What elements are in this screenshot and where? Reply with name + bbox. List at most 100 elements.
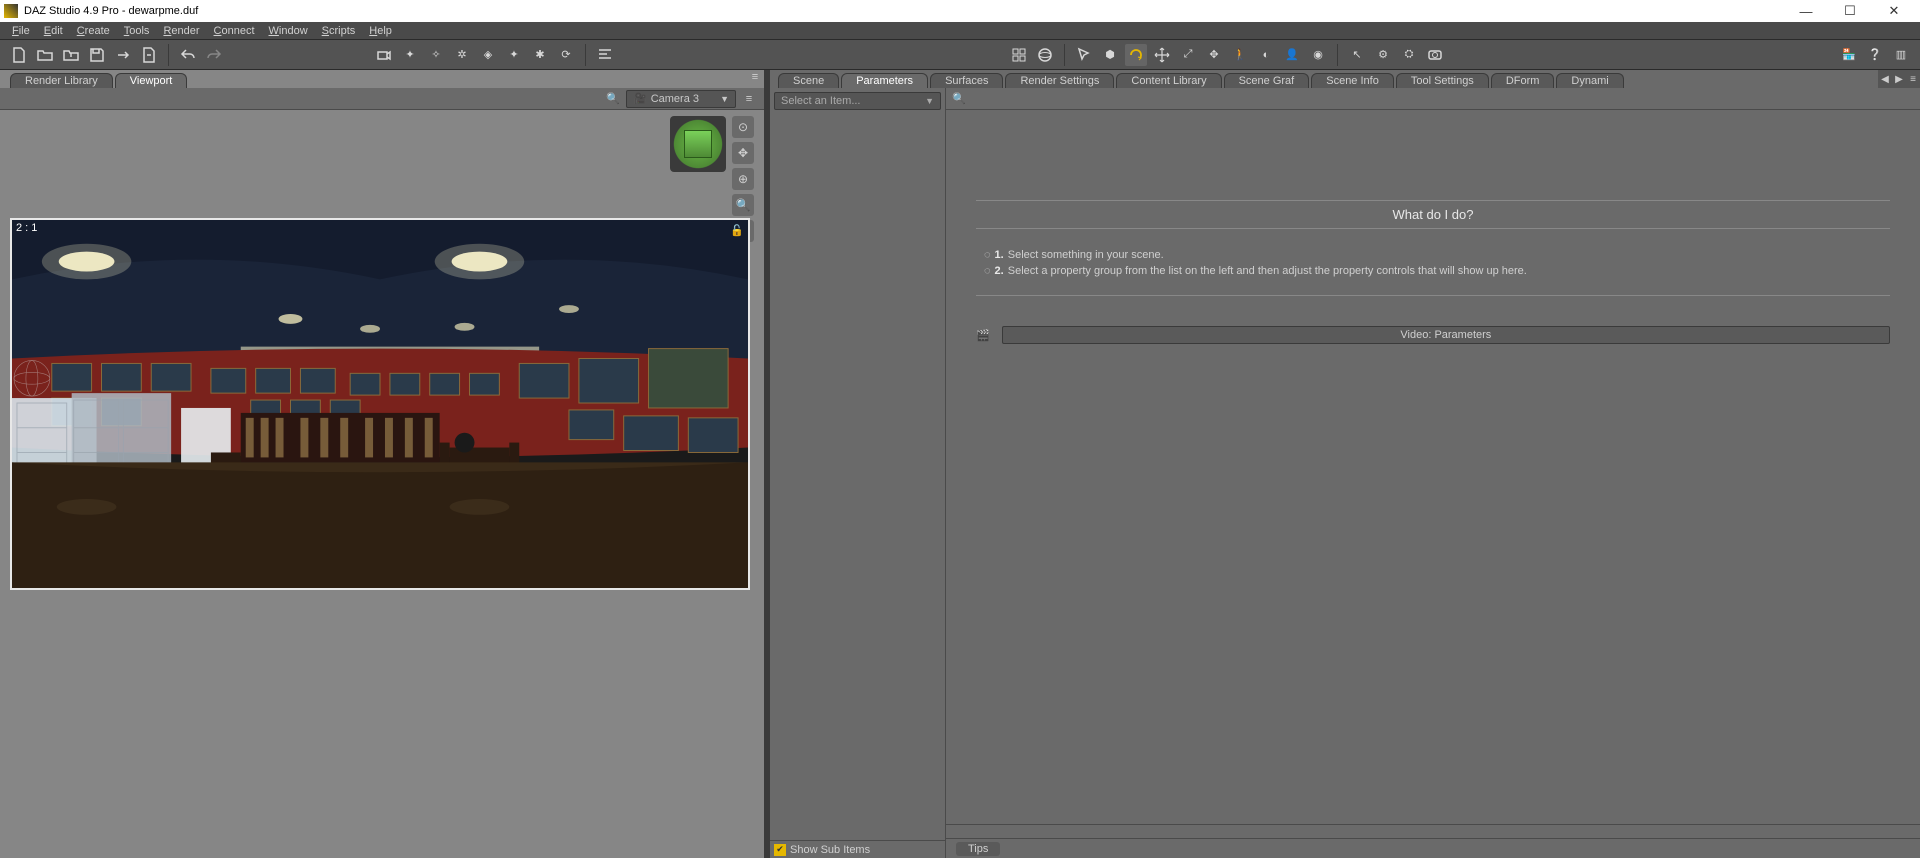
left-panel: Render Library Viewport ≡ 🔍 🎥 Camera 3 ▼… bbox=[0, 70, 764, 858]
translate-tool-icon[interactable] bbox=[1151, 44, 1173, 66]
camera-icon: 🎥 bbox=[633, 92, 647, 105]
spot-render-icon[interactable]: ✦ bbox=[399, 44, 421, 66]
import-icon[interactable] bbox=[60, 44, 82, 66]
aspect-ratio-label: 2 : 1 bbox=[16, 222, 37, 234]
region-tool-icon[interactable]: 👤 bbox=[1281, 44, 1303, 66]
group-icon[interactable]: ⟳ bbox=[555, 44, 577, 66]
minimize-button[interactable]: — bbox=[1784, 0, 1828, 22]
bottom-tab-row: Tips bbox=[946, 838, 1920, 858]
lock-icon[interactable]: 🔓 bbox=[730, 224, 744, 237]
help-step-2: ◌ 2. Select a property group from the li… bbox=[984, 265, 1890, 277]
camera-tool-icon[interactable] bbox=[373, 44, 395, 66]
gear-tool-icon[interactable]: ⚙ bbox=[1372, 44, 1394, 66]
camera-label: Camera 3 bbox=[651, 93, 699, 105]
spinner-icon: ◌ bbox=[984, 249, 991, 261]
menu-help[interactable]: Help bbox=[363, 25, 398, 37]
panel-options-icon[interactable]: ≡ bbox=[748, 70, 762, 84]
parameter-search[interactable]: 🔍 bbox=[946, 88, 1920, 110]
layout-icon[interactable]: ▥ bbox=[1890, 44, 1912, 66]
parameters-statusbar bbox=[946, 824, 1920, 838]
spot-tool-icon[interactable]: ◉ bbox=[1307, 44, 1329, 66]
align-icon[interactable] bbox=[594, 44, 616, 66]
node-select-icon[interactable]: ⬢ bbox=[1099, 44, 1121, 66]
show-sub-items-label: Show Sub Items bbox=[790, 844, 870, 856]
viewport-options-icon[interactable]: ≡ bbox=[740, 90, 758, 108]
tab-scene-info[interactable]: Scene Info bbox=[1311, 73, 1394, 88]
tab-content-library[interactable]: Content Library bbox=[1116, 73, 1221, 88]
rotate-tool-icon[interactable] bbox=[1125, 44, 1147, 66]
right-panel: Scene Parameters Surfaces Render Setting… bbox=[770, 70, 1920, 858]
item-selector[interactable]: Select an Item... ▼ bbox=[774, 92, 941, 110]
tab-surfaces[interactable]: Surfaces bbox=[930, 73, 1003, 88]
pose-tool-icon[interactable]: 🚶 bbox=[1229, 44, 1251, 66]
linear-light-icon[interactable]: ✦ bbox=[503, 44, 525, 66]
tab-scroll-right-icon[interactable]: ▶ bbox=[1892, 70, 1906, 88]
help-header: What do I do? bbox=[976, 200, 1890, 229]
perspective-icon[interactable] bbox=[1008, 44, 1030, 66]
dolly-icon[interactable]: ⊕ bbox=[732, 168, 754, 190]
video-parameters-button[interactable]: Video: Parameters bbox=[1002, 326, 1890, 344]
tab-dynamic[interactable]: Dynami bbox=[1556, 73, 1623, 88]
close-button[interactable]: ✕ bbox=[1872, 0, 1916, 22]
point-light-icon[interactable]: ◈ bbox=[477, 44, 499, 66]
app-logo-icon bbox=[4, 4, 18, 18]
tab-viewport[interactable]: Viewport bbox=[115, 73, 188, 88]
sphere-icon[interactable] bbox=[1034, 44, 1056, 66]
orbit-icon[interactable]: ⊙ bbox=[732, 116, 754, 138]
search-icon[interactable]: 🔍 bbox=[604, 90, 622, 108]
tab-scroll-left-icon[interactable]: ◀ bbox=[1878, 70, 1892, 88]
search-icon: 🔍 bbox=[952, 92, 968, 105]
distant-light-icon[interactable]: ✲ bbox=[451, 44, 473, 66]
parameters-main: 🔍 What do I do? ◌ 1. Select something in… bbox=[946, 88, 1920, 858]
chevron-down-icon: ▼ bbox=[925, 96, 934, 106]
tab-dform[interactable]: DForm bbox=[1491, 73, 1555, 88]
menu-edit[interactable]: Edit bbox=[38, 25, 69, 37]
menu-create[interactable]: Create bbox=[71, 25, 116, 37]
export-icon[interactable] bbox=[112, 44, 134, 66]
new-file-icon[interactable] bbox=[8, 44, 30, 66]
scale-tool-icon[interactable]: ⤢ bbox=[1177, 44, 1199, 66]
tab-scene-graf[interactable]: Scene Graf bbox=[1224, 73, 1310, 88]
universal-tool-icon[interactable]: ✥ bbox=[1203, 44, 1225, 66]
panel-options-icon[interactable]: ≡ bbox=[1906, 70, 1920, 88]
video-icon: 🎬 bbox=[976, 329, 990, 342]
show-sub-items-checkbox[interactable]: ✔ Show Sub Items bbox=[770, 840, 945, 858]
help-step-1: ◌ 1. Select something in your scene. bbox=[984, 249, 1890, 261]
menu-window[interactable]: Window bbox=[263, 25, 314, 37]
open-file-icon[interactable] bbox=[34, 44, 56, 66]
menu-file[interactable]: File bbox=[6, 25, 36, 37]
render-settings-icon[interactable]: ⛭ bbox=[1398, 44, 1420, 66]
menu-connect[interactable]: Connect bbox=[208, 25, 261, 37]
viewport-render[interactable]: 2 : 1 🔓 bbox=[10, 218, 750, 590]
menu-tools[interactable]: Tools bbox=[118, 25, 156, 37]
parameters-sidebar: Select an Item... ▼ ✔ Show Sub Items bbox=[770, 88, 946, 858]
store-icon[interactable]: 🏪 bbox=[1838, 44, 1860, 66]
viewport-header: 🔍 🎥 Camera 3 ▼ ≡ bbox=[0, 88, 764, 110]
pointer-tool-icon[interactable]: ↖ bbox=[1346, 44, 1368, 66]
view-cube[interactable] bbox=[670, 116, 726, 172]
tab-tips[interactable]: Tips bbox=[956, 842, 1000, 856]
undo-icon[interactable] bbox=[177, 44, 199, 66]
render-icon[interactable] bbox=[1424, 44, 1446, 66]
camera-selector[interactable]: 🎥 Camera 3 ▼ bbox=[626, 90, 736, 108]
surface-tool-icon[interactable]: ◐ bbox=[1255, 44, 1277, 66]
pan-icon[interactable]: ✥ bbox=[732, 142, 754, 164]
viewport-area[interactable]: ⊙ ✥ ⊕ 🔍 ⛶ 2 : 1 🔓 bbox=[0, 110, 764, 858]
menu-scripts[interactable]: Scripts bbox=[316, 25, 362, 37]
tab-render-settings[interactable]: Render Settings bbox=[1005, 73, 1114, 88]
zoom-icon[interactable]: 🔍 bbox=[732, 194, 754, 216]
select-tool-icon[interactable] bbox=[1073, 44, 1095, 66]
spot-light-icon[interactable]: ✧ bbox=[425, 44, 447, 66]
null-icon[interactable]: ✱ bbox=[529, 44, 551, 66]
tab-parameters[interactable]: Parameters bbox=[841, 73, 928, 88]
save-as-icon[interactable] bbox=[138, 44, 160, 66]
redo-icon[interactable] bbox=[203, 44, 225, 66]
save-icon[interactable] bbox=[86, 44, 108, 66]
maximize-button[interactable]: ☐ bbox=[1828, 0, 1872, 22]
tab-scene[interactable]: Scene bbox=[778, 73, 839, 88]
tab-tool-settings[interactable]: Tool Settings bbox=[1396, 73, 1489, 88]
property-tree[interactable] bbox=[770, 114, 945, 840]
tab-render-library[interactable]: Render Library bbox=[10, 73, 113, 88]
menu-render[interactable]: Render bbox=[157, 25, 205, 37]
help-icon[interactable]: ❔ bbox=[1864, 44, 1886, 66]
